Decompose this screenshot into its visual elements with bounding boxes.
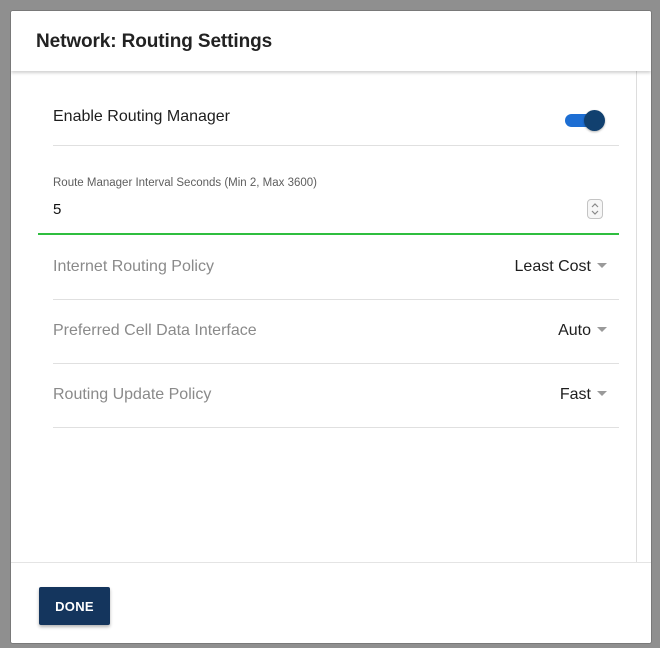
routing-update-policy-value: Fast [559,386,591,403]
enable-routing-manager-row: Enable Routing Manager [53,87,619,146]
route-manager-interval-field: Route Manager Interval Seconds (Min 2, M… [38,165,619,235]
internet-routing-policy-value: Least Cost [514,258,591,275]
dialog-header: Network: Routing Settings [11,11,651,71]
done-button[interactable]: DONE [39,587,110,625]
preferred-cell-data-interface-select[interactable]: Auto [558,322,607,340]
dialog-content: Enable Routing Manager Route Manager Int… [11,71,637,562]
routing-settings-dialog: Network: Routing Settings Enable Routing… [11,11,651,643]
route-manager-interval-input[interactable] [53,201,553,218]
route-manager-interval-label: Route Manager Interval Seconds (Min 2, M… [53,177,317,189]
routing-update-policy-select[interactable]: Fast [560,386,607,404]
enable-routing-manager-label: Enable Routing Manager [53,108,231,125]
dropdown-caret-icon [597,391,607,396]
dropdown-caret-icon [597,327,607,332]
number-stepper-icon[interactable] [587,199,603,219]
enable-routing-manager-toggle[interactable] [565,110,605,131]
dropdown-caret-icon [597,263,607,268]
internet-routing-policy-select[interactable]: Least Cost [515,258,607,276]
toggle-thumb [584,110,605,131]
routing-update-policy-row[interactable]: Routing Update Policy Fast [53,363,619,428]
internet-routing-policy-label: Internet Routing Policy [53,258,214,275]
preferred-cell-data-interface-value: Auto [558,322,591,339]
internet-routing-policy-row[interactable]: Internet Routing Policy Least Cost [53,235,619,300]
dialog-footer: DONE [11,562,651,643]
preferred-cell-data-interface-row[interactable]: Preferred Cell Data Interface Auto [53,299,619,364]
routing-update-policy-label: Routing Update Policy [53,386,212,403]
dialog-title: Network: Routing Settings [36,31,273,52]
preferred-cell-data-interface-label: Preferred Cell Data Interface [53,322,257,339]
